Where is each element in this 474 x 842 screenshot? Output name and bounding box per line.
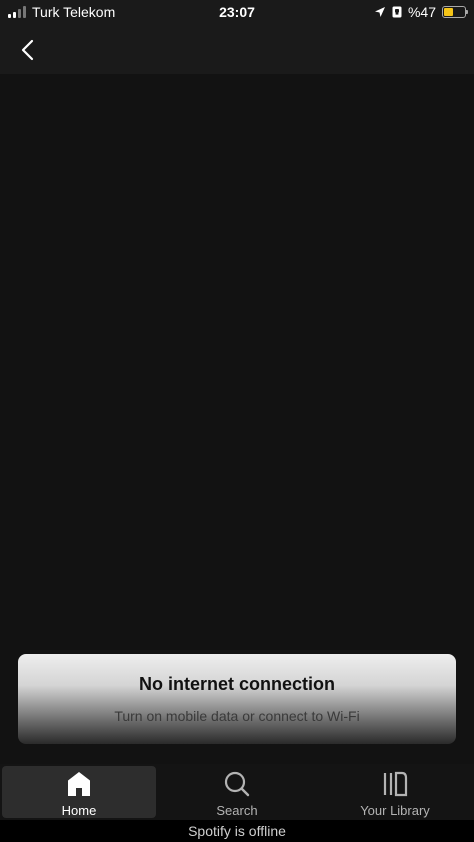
status-right: %47: [374, 4, 468, 20]
nav-label-home: Home: [61, 803, 97, 818]
offline-banner: Spotify is offline: [0, 820, 474, 842]
battery-percentage: %47: [407, 4, 436, 20]
nav-label-search: Search: [216, 803, 258, 818]
toast-message: Turn on mobile data or connect to Wi-Fi: [114, 708, 360, 724]
status-bar: Turk Telekom 23:07 %47: [0, 0, 474, 26]
rotation-lock-icon: [392, 6, 402, 18]
nav-label-your-library: Your Library: [360, 803, 430, 818]
back-button[interactable]: [14, 36, 42, 64]
app-screen: Turk Telekom 23:07 %47 No internet conne…: [0, 0, 474, 842]
top-header: [0, 26, 474, 74]
search-icon: [224, 771, 250, 797]
nav-item-your-library[interactable]: Your Library: [318, 766, 472, 818]
battery-icon: [442, 6, 468, 18]
home-icon: [68, 772, 90, 796]
chevron-left-icon: [21, 39, 34, 61]
offline-toast: No internet connection Turn on mobile da…: [18, 654, 456, 744]
toast-title: No internet connection: [138, 674, 335, 694]
battery-level: [444, 8, 453, 16]
nav-item-home[interactable]: Home: [2, 766, 156, 818]
bottom-navigation: Home Search Your Library: [0, 764, 474, 820]
nav-item-search[interactable]: Search: [160, 766, 314, 818]
library-icon: [383, 771, 408, 797]
location-arrow-icon: [374, 7, 385, 17]
